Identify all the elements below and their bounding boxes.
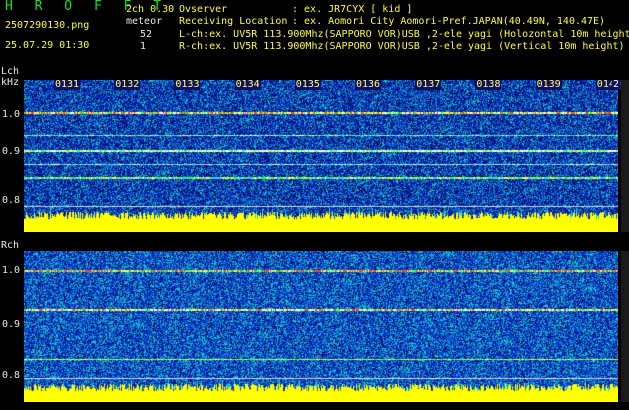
time-label-0132: 0132: [114, 79, 141, 90]
meteor-label: meteor: [126, 16, 163, 27]
time-label-0138: 0138: [475, 79, 502, 90]
rch-ytick-0-9: 0.9: [2, 319, 21, 330]
time-label-edge: 2: [612, 79, 621, 90]
lch-ytick-1-0: 1.0: [2, 109, 21, 120]
location-value: : ex. Aomori City Aomori-Pref.JAPAN(40.4…: [292, 16, 606, 27]
rch-ytick-1-0: 1.0: [2, 265, 21, 276]
observer-value: : ex. JR7CYX [ kid ]: [292, 4, 413, 15]
observer-label: Ovserver: [179, 4, 228, 15]
time-label-0131: 0131: [54, 79, 81, 90]
time-label-0137: 0137: [415, 79, 442, 90]
lch-ytick-0-8: 0.8: [2, 195, 21, 206]
lch-unit-label: kHz: [1, 77, 20, 88]
lch-ytick-0-9: 0.9: [2, 146, 21, 157]
time-label-0139: 0139: [535, 79, 562, 90]
time-axis: 0131 0132 0133 0134 0135 0136 0137 0138 0139 0140…: [24, 79, 622, 90]
location-label: Receiving Location: [179, 16, 288, 27]
meteor-count: 52: [140, 29, 153, 40]
meteor-count-secondary: 1: [140, 41, 147, 52]
time-label-0135: 0135: [294, 79, 321, 90]
lch-info: L-ch:ex. UV5R 113.900Mhz(SAPPORO VOR)USB…: [179, 29, 629, 40]
time-label-0133: 0133: [174, 79, 201, 90]
rch-scrollbar[interactable]: [621, 251, 629, 402]
lch-scrollbar[interactable]: [621, 80, 629, 232]
lch-spectrogram: 0131 0132 0133 0134 0135 0136 0137 0138 0139 0140…: [24, 79, 622, 232]
rch-info: R-ch:ex. UV5R 113.900Mhz(SAPPORO VOR)USB…: [179, 41, 625, 52]
time-label-0134: 0134: [234, 79, 261, 90]
time-label-0136: 0136: [355, 79, 382, 90]
rch-spectrogram: [24, 251, 618, 402]
lch-label: Lch: [1, 66, 20, 77]
filename-label: 2507290130.png: [5, 20, 90, 31]
rch-ytick-0-8: 0.8: [2, 370, 21, 381]
channel-mode-label: 2ch 0.30: [126, 4, 175, 15]
datetime-label: 25.07.29 01:30: [5, 40, 90, 51]
rch-label: Rch: [1, 240, 20, 251]
